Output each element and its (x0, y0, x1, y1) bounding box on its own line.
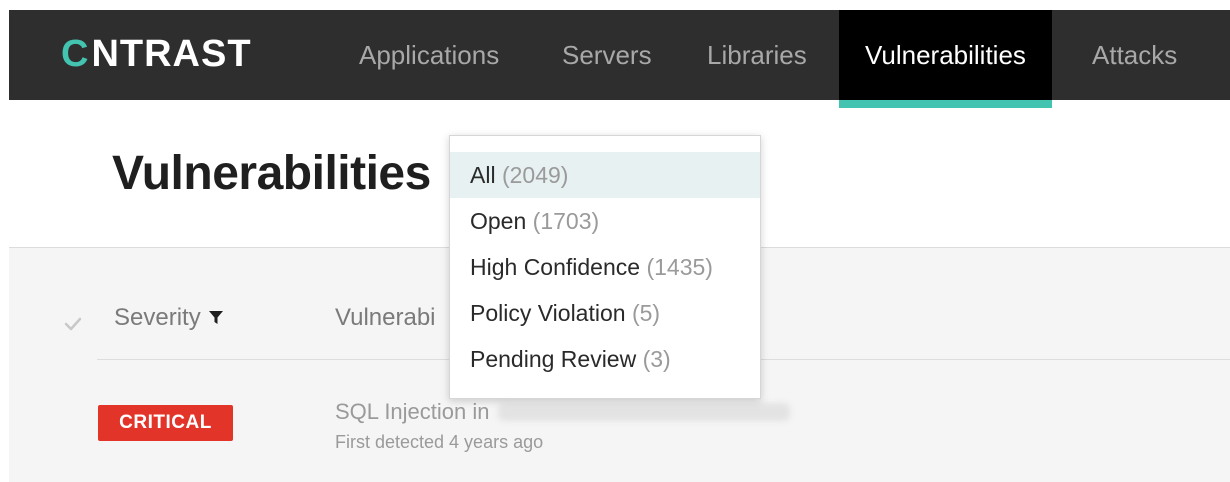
option-label: High Confidence (470, 254, 641, 280)
option-label: Policy Violation (470, 300, 626, 326)
dropdown-option-pending-review[interactable]: Pending Review (3) (450, 336, 760, 382)
logo-text: NTRAST (91, 32, 252, 75)
option-count: (1703) (532, 208, 600, 234)
dropdown-option-open[interactable]: Open (1703) (450, 198, 760, 244)
filter-icon[interactable] (208, 311, 223, 325)
logo-mark: C (61, 32, 90, 75)
vulnerability-title-text: SQL Injection in (335, 399, 490, 424)
severity-badge: CRITICAL (98, 405, 233, 441)
option-label: Open (470, 208, 527, 234)
dropdown-option-policy-violation[interactable]: Policy Violation (5) (450, 290, 760, 336)
nav-item-vulnerabilities[interactable]: Vulnerabilities (839, 10, 1052, 108)
nav-item-applications[interactable]: Applications (359, 10, 499, 100)
redacted-application-name (497, 403, 790, 421)
dropdown-option-high-confidence[interactable]: High Confidence (1435) (450, 244, 760, 290)
status-filter-dropdown: All (2049) Open (1703) High Confidence (… (449, 135, 761, 399)
option-count: (3) (642, 346, 671, 372)
dropdown-option-all[interactable]: All (2049) (450, 152, 760, 198)
check-icon[interactable] (63, 314, 83, 334)
top-navigation: C NTRAST Applications Servers Libraries V… (9, 10, 1230, 108)
option-count: (2049) (501, 162, 569, 188)
contrast-logo[interactable]: C NTRAST (61, 32, 252, 76)
nav-item-libraries[interactable]: Libraries (707, 10, 807, 100)
option-label: Pending Review (470, 346, 637, 372)
nav-item-attacks[interactable]: Attacks (1092, 10, 1177, 100)
first-detected-text: First detected 4 years ago (335, 432, 544, 452)
option-count: (1435) (646, 254, 713, 280)
vulnerability-column-header[interactable]: Vulnerabi (335, 304, 436, 332)
option-label: All (470, 162, 496, 188)
vulnerability-title[interactable]: SQL Injection in (335, 399, 790, 425)
severity-label: Severity (114, 304, 201, 331)
nav-item-servers[interactable]: Servers (562, 10, 652, 100)
option-count: (5) (631, 300, 661, 326)
severity-column-header[interactable]: Severity (114, 304, 223, 332)
page-title: Vulnerabilities (112, 147, 431, 200)
